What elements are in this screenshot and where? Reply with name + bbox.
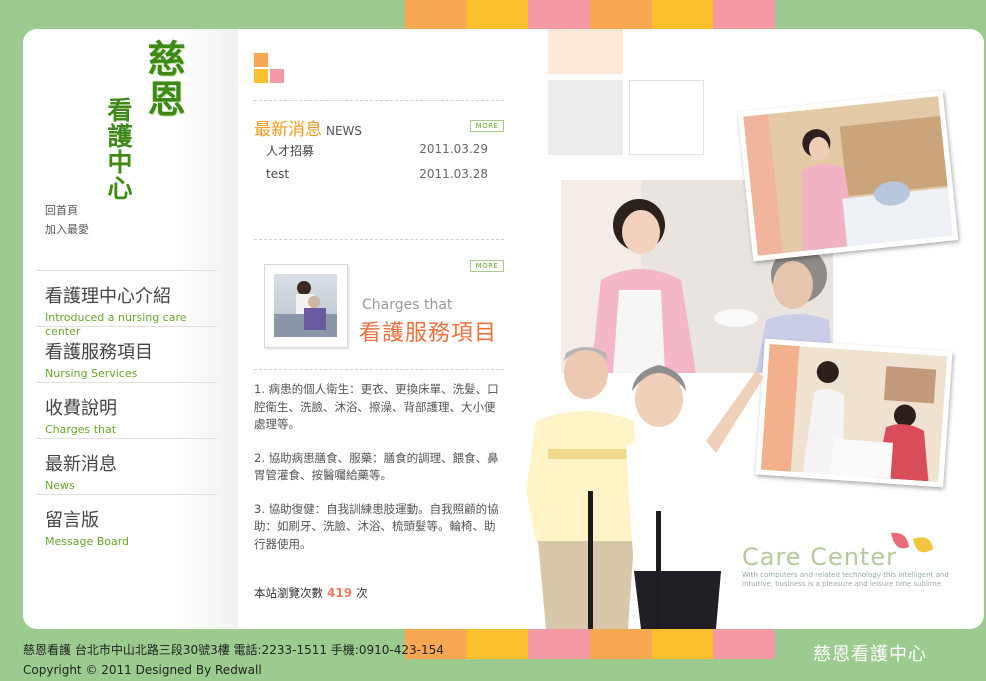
main-panel: 慈恩 看護中心 回首頁 加入最愛 看護理中心介紹 Introduced a nu… xyxy=(23,29,984,629)
decor-block xyxy=(548,80,623,155)
hero-visual: Care Center With computers and related t… xyxy=(516,29,984,629)
service-item: 3. 協助復健：自我訓練患肢運動。自我照顧的協助：如刷牙、洗臉、沐浴、梳頭髮等。… xyxy=(254,501,499,551)
visit-counter: 本站瀏覽次數 419 次 xyxy=(254,586,368,600)
nav-item-sublabel: News xyxy=(45,479,75,492)
news-date: 2011.03.29 xyxy=(419,142,488,156)
service-item: 1. 病患的個人衛生：更衣、更換床單、洗髮、口腔衛生、洗臉、沐浴、擦澡、背部護理… xyxy=(254,382,499,431)
news-more-button[interactable]: MORE xyxy=(470,120,504,132)
nav-item-sublabel: Message Board xyxy=(45,535,130,548)
nav-item-label: 看護理中心介紹 xyxy=(45,286,171,307)
logo-subtitle[interactable]: 看護中心 xyxy=(103,97,133,201)
add-favorite-link[interactable]: 加入最愛 xyxy=(45,220,89,239)
nurse-bedside-photo xyxy=(737,90,959,262)
main-nav: 看護理中心介紹 Introduced a nursing care center… xyxy=(35,270,217,550)
logo-name[interactable]: 慈恩 xyxy=(141,39,186,119)
news-item[interactable]: 人才招募 2011.03.29 xyxy=(266,142,488,159)
news-title: 人才招募 xyxy=(266,144,315,158)
charges-title[interactable]: 看護服務項目 xyxy=(359,315,497,347)
service-item: 2. 協助病患膳食、服藥：膳食的調理、餵食、鼻胃管灌食、按醫囑給藥等。 xyxy=(254,450,499,483)
nav-item-label: 收費說明 xyxy=(45,398,117,419)
decor-square xyxy=(270,69,284,83)
services-list: 1. 病患的個人衛生：更衣、更換床單、洗髮、口腔衛生、洗臉、沐浴、擦澡、背部護理… xyxy=(254,381,502,569)
nav-item-sublabel: Nursing Services xyxy=(45,367,138,380)
caregiver-photo xyxy=(274,274,337,337)
divider xyxy=(254,100,504,101)
decor-square xyxy=(254,53,268,67)
charges-subtitle: Charges that xyxy=(362,297,453,313)
footer-brand: 慈恩看護中心 xyxy=(813,644,927,665)
care-center-subtitle: With computers and related technology th… xyxy=(742,571,949,588)
content-column: 最新消息 NEWS MORE 人才招募 2011.03.29 test 2011.… xyxy=(238,29,516,629)
nav-item-sublabel: Charges that xyxy=(45,423,117,436)
top-color-stripes xyxy=(405,0,776,29)
quick-links: 回首頁 加入最愛 xyxy=(45,201,89,239)
elderly-couple-image xyxy=(516,341,766,629)
nurse-patient-photo xyxy=(755,338,953,488)
charges-more-button[interactable]: MORE xyxy=(470,260,504,272)
footer-address: 慈恩看護 台北市中山北路三段30號3樓 電話:2233-1511 手機:0910… xyxy=(23,643,444,657)
care-center-title: Care Center xyxy=(742,543,897,571)
decor-block xyxy=(548,29,623,74)
nav-item-news[interactable]: 最新消息 News xyxy=(35,438,217,494)
news-title: test xyxy=(266,167,290,181)
sidebar: 慈恩 看護中心 回首頁 加入最愛 看護理中心介紹 Introduced a nu… xyxy=(23,29,238,629)
nav-item-about[interactable]: 看護理中心介紹 Introduced a nursing care center xyxy=(35,270,217,338)
footer-copyright: Copyright © 2011 Designed By Redwall xyxy=(23,663,262,677)
home-link[interactable]: 回首頁 xyxy=(45,201,89,220)
nav-item-label: 留言版 xyxy=(45,510,99,531)
nav-item-message-board[interactable]: 留言版 Message Board xyxy=(35,494,217,550)
news-heading: 最新消息 NEWS xyxy=(254,120,363,140)
divider xyxy=(254,369,504,370)
decor-square xyxy=(254,69,268,83)
news-date: 2011.03.28 xyxy=(419,167,488,181)
bottom-color-stripes xyxy=(405,629,776,659)
nav-item-charges[interactable]: 收費說明 Charges that xyxy=(35,382,217,438)
news-item[interactable]: test 2011.03.28 xyxy=(266,167,488,181)
decor-block xyxy=(629,80,704,155)
visit-count: 419 xyxy=(327,586,353,600)
divider xyxy=(254,239,504,240)
caregiver-thumbnail[interactable] xyxy=(264,264,348,348)
nav-item-label: 最新消息 xyxy=(45,454,117,475)
footer-info: 慈恩看護 台北市中山北路三段30號3樓 電話:2233-1511 手機:0910… xyxy=(23,640,444,680)
